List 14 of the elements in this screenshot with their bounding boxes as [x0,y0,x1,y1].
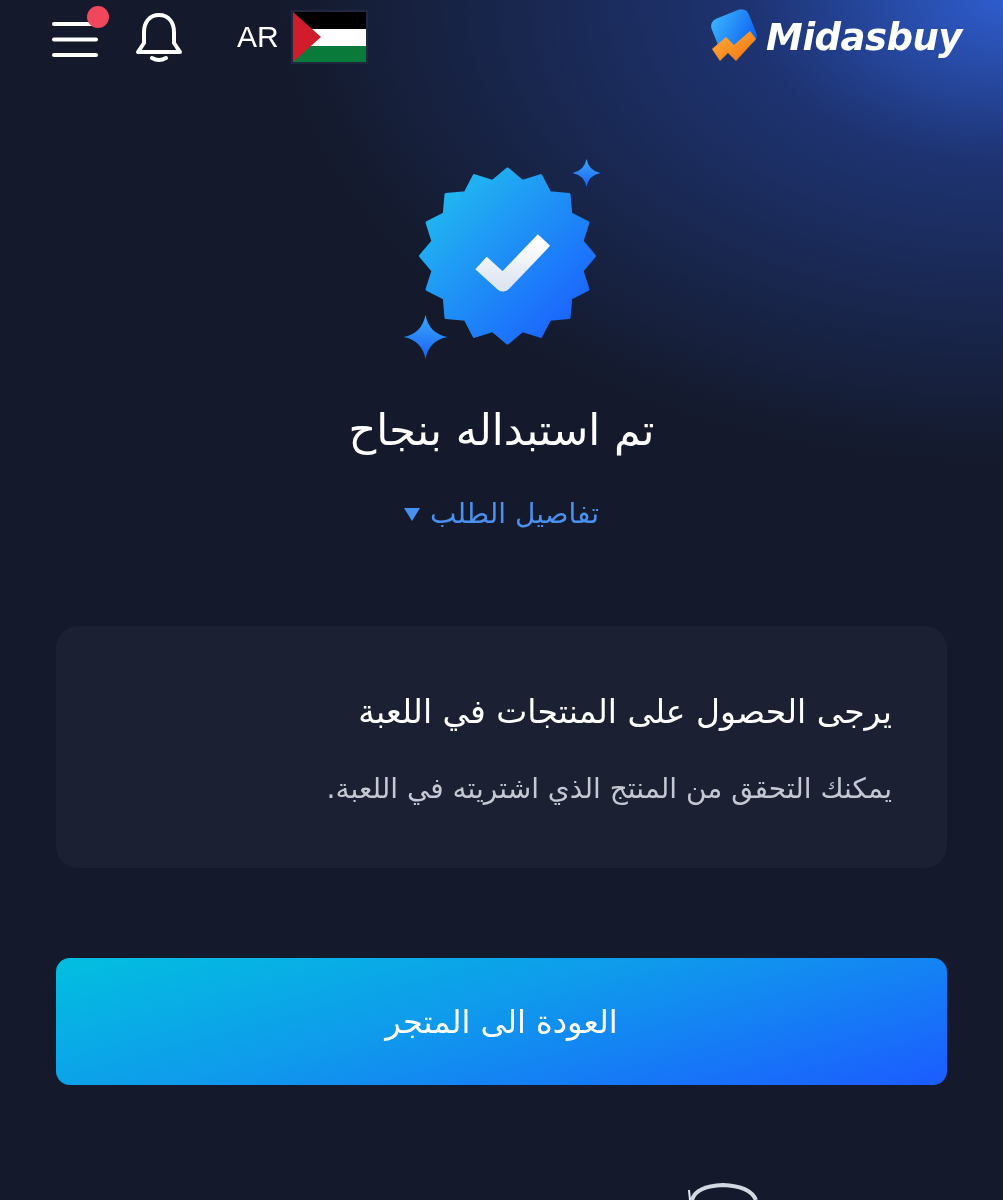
language-selector[interactable]: AR [237,10,368,64]
ring-icon [686,1182,760,1200]
logo-text: Midasbuy [766,15,962,59]
sparkle-icon [572,159,600,187]
sparkle-icon [403,315,447,359]
order-details-link[interactable]: تفاصيل الطلب [404,494,599,534]
back-to-store-button[interactable]: العودة الى المتجر [56,958,947,1085]
bell-icon[interactable] [134,12,184,64]
flag-icon [290,10,368,64]
notice-text: يمكنك التحقق من المنتج الذي اشتريته في اللعبة. [325,771,892,807]
menu-icon[interactable] [52,22,98,58]
success-title: تم استبداله بنجاح [347,404,656,456]
notice-heading: يرجى الحصول على المنتجات في اللعبة [357,691,892,733]
verified-badge-icon [418,167,596,345]
